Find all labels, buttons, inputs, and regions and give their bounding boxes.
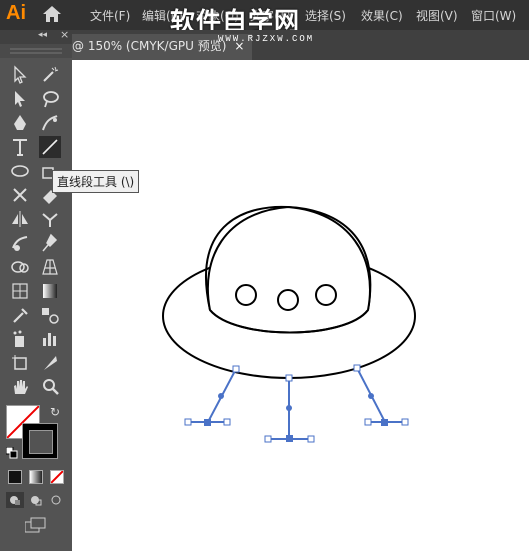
leg-left bbox=[188, 368, 237, 423]
direct-selection-tool-icon[interactable] bbox=[9, 88, 31, 110]
zoom-tool-icon[interactable] bbox=[39, 376, 61, 398]
tools-panel: ◂◂ × ↻ bbox=[0, 28, 72, 551]
slice-tool-icon[interactable] bbox=[39, 352, 61, 374]
default-fill-stroke-icon[interactable] bbox=[6, 447, 18, 459]
curvature-tool-icon[interactable] bbox=[39, 112, 61, 134]
width-tool-icon[interactable] bbox=[39, 208, 61, 230]
watermark-url: WWW.RJZXW.COM bbox=[218, 34, 315, 44]
pen-tool-icon[interactable] bbox=[9, 112, 31, 134]
eyedropper-tool-icon[interactable] bbox=[9, 304, 31, 326]
artboard[interactable] bbox=[72, 60, 529, 551]
mesh-tool-icon[interactable] bbox=[9, 280, 31, 302]
gradient-tool-icon[interactable] bbox=[39, 280, 61, 302]
lasso-tool-icon[interactable] bbox=[39, 88, 61, 110]
hand-tool-icon[interactable] bbox=[9, 376, 31, 398]
line-segment-tool-icon[interactable] bbox=[39, 136, 61, 158]
shape-builder-tool-icon[interactable] bbox=[9, 256, 31, 278]
type-tool-icon[interactable] bbox=[9, 136, 31, 158]
stroke-swatch[interactable] bbox=[22, 423, 58, 459]
menu-effect[interactable]: 效果(C) bbox=[361, 7, 403, 24]
panel-grip[interactable] bbox=[0, 44, 72, 58]
none-mode-button[interactable] bbox=[50, 470, 64, 484]
menu-bar: Ai 文件(F) 编辑(E) 对象(O) 文字(T) 选择(S) 效果(C) 视… bbox=[0, 0, 529, 36]
reflect-tool-icon[interactable] bbox=[9, 208, 31, 230]
panel-close-icon[interactable]: × bbox=[60, 28, 69, 41]
artboard-tool-icon[interactable] bbox=[9, 352, 31, 374]
warp-tool-icon[interactable] bbox=[9, 232, 31, 254]
gradient-mode-button[interactable] bbox=[29, 470, 43, 484]
menu-view[interactable]: 视图(V) bbox=[416, 7, 458, 24]
blend-tool-icon[interactable] bbox=[39, 304, 61, 326]
menu-file[interactable]: 文件(F) bbox=[90, 7, 130, 24]
draw-normal-button[interactable] bbox=[6, 492, 24, 508]
draw-inside-button[interactable] bbox=[48, 492, 66, 508]
home-icon[interactable] bbox=[42, 5, 62, 23]
menu-select[interactable]: 选择(S) bbox=[305, 7, 346, 24]
screen-mode-icon[interactable] bbox=[25, 517, 47, 533]
scissors-tool-icon[interactable] bbox=[9, 184, 31, 206]
color-mode-button[interactable] bbox=[8, 470, 22, 484]
column-graph-tool-icon[interactable] bbox=[39, 328, 61, 350]
leg-right bbox=[356, 367, 405, 423]
selection-tool-icon[interactable] bbox=[9, 64, 31, 86]
symbol-sprayer-tool-icon[interactable] bbox=[9, 328, 31, 350]
collapse-icon[interactable]: ◂◂ bbox=[38, 30, 47, 40]
menu-window[interactable]: 窗口(W) bbox=[471, 7, 516, 24]
magic-wand-tool-icon[interactable] bbox=[39, 64, 61, 86]
draw-behind-button[interactable] bbox=[27, 492, 45, 508]
perspective-grid-tool-icon[interactable] bbox=[39, 256, 61, 278]
ellipse-tool-icon[interactable] bbox=[9, 160, 31, 182]
puppet-warp-tool-icon[interactable] bbox=[39, 232, 61, 254]
tool-tooltip: 直线段工具 (\) bbox=[52, 170, 140, 193]
swap-fill-stroke-icon[interactable]: ↻ bbox=[50, 405, 60, 419]
panel-header: ◂◂ × bbox=[0, 28, 72, 44]
document-tab-label: @ 150% (CMYK/GPU 预览) bbox=[72, 39, 227, 53]
app-logo: Ai bbox=[6, 2, 26, 24]
ufo-drawing bbox=[162, 205, 416, 443]
anchor-points bbox=[204, 393, 388, 442]
